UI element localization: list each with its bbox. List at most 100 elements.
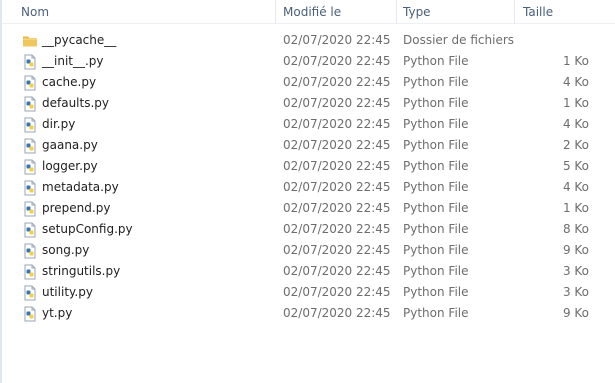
python-file-icon (22, 285, 38, 301)
file-type: Python File (403, 117, 469, 131)
python-file-icon (22, 117, 38, 133)
file-name: song.py (42, 243, 90, 257)
file-size: 5 Ko (562, 159, 589, 173)
file-size: 9 Ko (562, 306, 589, 320)
file-name-cell[interactable]: utility.py (22, 282, 272, 303)
file-row[interactable]: prepend.py 02/07/2020 22:45 Python File 1 K… (2, 198, 615, 219)
python-file-icon (22, 96, 38, 112)
file-name: utility.py (42, 285, 93, 299)
file-name: prepend.py (42, 201, 111, 215)
file-name-cell[interactable]: prepend.py (22, 198, 272, 219)
file-size: 9 Ko (562, 243, 589, 257)
file-modified-date: 02/07/2020 22:45 (283, 117, 391, 131)
file-row[interactable]: stringutils.py 02/07/2020 22:45 Python Fil… (2, 261, 615, 282)
file-modified-date: 02/07/2020 22:45 (283, 159, 391, 173)
python-file-icon (22, 54, 38, 70)
file-row[interactable]: logger.py 02/07/2020 22:45 Python File 5 Ko (2, 156, 615, 177)
sort-ascending-icon: ^ (143, 0, 151, 6)
file-size: 1 Ko (562, 201, 589, 215)
file-size: 2 Ko (562, 138, 589, 152)
file-name: dir.py (42, 117, 76, 131)
file-modified-date: 02/07/2020 22:45 (283, 201, 391, 215)
file-row[interactable]: defaults.py 02/07/2020 22:45 Python File 1 … (2, 93, 615, 114)
file-modified-date: 02/07/2020 22:45 (283, 33, 391, 47)
file-explorer: Nom ^ Modifié le Type Taille __pycache__… (0, 0, 615, 383)
file-type: Python File (403, 306, 469, 320)
file-modified-date: 02/07/2020 22:45 (283, 96, 391, 110)
file-size: 8 Ko (562, 222, 589, 236)
file-list: __pycache__ 02/07/2020 22:45 Dossier de fi… (2, 30, 615, 324)
file-modified-date: 02/07/2020 22:45 (283, 264, 391, 278)
python-file-icon (22, 243, 38, 259)
file-row[interactable]: metadata.py 02/07/2020 22:45 Python File 4 … (2, 177, 615, 198)
file-name-cell[interactable]: gaana.py (22, 135, 272, 156)
file-type: Python File (403, 243, 469, 257)
file-type: Python File (403, 285, 469, 299)
file-type: Python File (403, 138, 469, 152)
python-file-icon (22, 159, 38, 175)
file-type: Python File (403, 222, 469, 236)
file-row[interactable]: setupConfig.py 02/07/2020 22:45 Python Fil… (2, 219, 615, 240)
file-row[interactable]: utility.py 02/07/2020 22:45 Python File 3 K… (2, 282, 615, 303)
file-size: 4 Ko (562, 180, 589, 194)
file-size: 3 Ko (562, 285, 589, 299)
file-modified-date: 02/07/2020 22:45 (283, 180, 391, 194)
python-file-icon (22, 138, 38, 154)
file-name-cell[interactable]: dir.py (22, 114, 272, 135)
file-row[interactable]: yt.py 02/07/2020 22:45 Python File 9 Ko (2, 303, 615, 324)
folder-icon (22, 33, 38, 49)
file-row[interactable]: __pycache__ 02/07/2020 22:45 Dossier de fi… (2, 30, 615, 51)
file-size: 4 Ko (562, 117, 589, 131)
python-file-icon (22, 180, 38, 196)
file-name: setupConfig.py (42, 222, 133, 236)
column-divider[interactable] (275, 0, 276, 24)
file-name: yt.py (42, 306, 73, 320)
file-modified-date: 02/07/2020 22:45 (283, 54, 391, 68)
file-name: metadata.py (42, 180, 119, 194)
python-file-icon (22, 222, 38, 238)
column-header-size[interactable]: Taille (518, 0, 598, 24)
column-divider[interactable] (396, 0, 397, 24)
column-header-bar: Nom ^ Modifié le Type Taille (2, 0, 615, 24)
file-row[interactable]: cache.py 02/07/2020 22:45 Python File 4 Ko (2, 72, 615, 93)
file-name-cell[interactable]: stringutils.py (22, 261, 272, 282)
file-row[interactable]: __init__.py 02/07/2020 22:45 Python File 1 … (2, 51, 615, 72)
file-modified-date: 02/07/2020 22:45 (283, 285, 391, 299)
column-header-modified-label: Modifié le (283, 5, 342, 19)
file-name: defaults.py (42, 96, 110, 110)
file-type: Python File (403, 159, 469, 173)
file-name-cell[interactable]: defaults.py (22, 93, 272, 114)
column-header-type[interactable]: Type (398, 0, 514, 24)
file-name-cell[interactable]: song.py (22, 240, 272, 261)
file-name: __pycache__ (42, 33, 117, 47)
file-modified-date: 02/07/2020 22:45 (283, 138, 391, 152)
file-name-cell[interactable]: __pycache__ (22, 30, 272, 51)
file-row[interactable]: gaana.py 02/07/2020 22:45 Python File 2 Ko (2, 135, 615, 156)
column-divider[interactable] (514, 0, 515, 24)
file-name: cache.py (42, 75, 97, 89)
column-header-name-label: Nom (21, 5, 50, 19)
file-name-cell[interactable]: __init__.py (22, 51, 272, 72)
python-file-icon (22, 75, 38, 91)
file-type: Python File (403, 201, 469, 215)
file-type: Dossier de fichiers (403, 33, 515, 47)
file-type: Python File (403, 264, 469, 278)
python-file-icon (22, 201, 38, 217)
column-header-modified[interactable]: Modifié le (278, 0, 396, 24)
file-name-cell[interactable]: yt.py (22, 303, 272, 324)
file-type: Python File (403, 75, 469, 89)
file-name-cell[interactable]: setupConfig.py (22, 219, 272, 240)
file-name-cell[interactable]: metadata.py (22, 177, 272, 198)
column-header-size-label: Taille (523, 5, 554, 19)
file-name: gaana.py (42, 138, 98, 152)
file-row[interactable]: dir.py 02/07/2020 22:45 Python File 4 Ko (2, 114, 615, 135)
file-type: Python File (403, 54, 469, 68)
file-type: Python File (403, 96, 469, 110)
file-size: 1 Ko (562, 96, 589, 110)
file-row[interactable]: song.py 02/07/2020 22:45 Python File 9 Ko (2, 240, 615, 261)
file-modified-date: 02/07/2020 22:45 (283, 243, 391, 257)
file-modified-date: 02/07/2020 22:45 (283, 222, 391, 236)
file-name-cell[interactable]: logger.py (22, 156, 272, 177)
file-name-cell[interactable]: cache.py (22, 72, 272, 93)
file-modified-date: 02/07/2020 22:45 (283, 75, 391, 89)
